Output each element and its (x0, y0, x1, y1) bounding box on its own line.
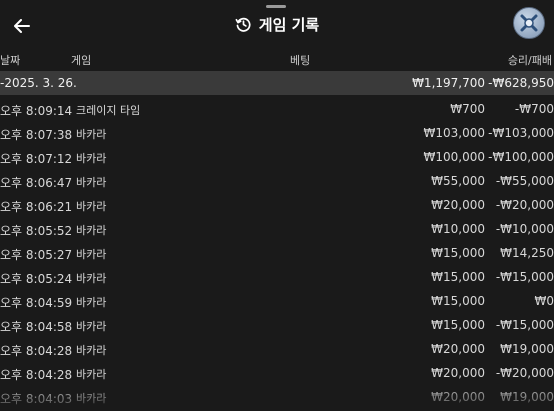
history-icon (235, 16, 253, 34)
row-bet: ₩100,000 (423, 150, 486, 164)
row-result: ₩19,000 (500, 342, 554, 356)
row-bet: ₩700 (450, 102, 485, 116)
row-bet: ₩15,000 (431, 318, 485, 332)
table-row[interactable]: 오후 8:04:28 바카라 ₩20,000 ₩19,000 (0, 337, 554, 361)
row-result: ₩19,000 (500, 390, 554, 404)
row-time: 오후 8:04:28 (0, 344, 73, 358)
row-time: 오후 8:04:28 (0, 368, 73, 382)
row-time: 오후 8:05:27 (0, 248, 73, 262)
table-row[interactable]: 오후 8:07:38 바카라 ₩103,000 -₩103,000 (0, 121, 554, 145)
row-time: 오후 8:04:59 (0, 296, 73, 310)
header: 게임 기록 (0, 7, 554, 42)
row-game: 바카라 (76, 176, 107, 189)
date-group-total-result: -₩628,950 (488, 76, 554, 90)
row-result: -₩15,000 (495, 318, 554, 332)
row-bet: ₩55,000 (431, 174, 485, 188)
row-game: 바카라 (76, 272, 107, 285)
table-row[interactable]: 오후 8:05:24 바카라 ₩15,000 -₩15,000 (0, 265, 554, 289)
column-header-row: 날짜 게임 베팅 승리/패배 (0, 50, 554, 70)
row-result: -₩20,000 (495, 198, 554, 212)
row-time: 오후 8:04:03 (0, 392, 73, 406)
date-group-label: -2025. 3. 26. (0, 76, 77, 90)
row-time: 오후 8:06:47 (0, 176, 73, 190)
row-bet: ₩20,000 (431, 366, 485, 380)
row-result: -₩20,000 (495, 366, 554, 380)
row-time: 오후 8:06:21 (0, 200, 73, 214)
row-game: 바카라 (76, 344, 107, 357)
page-title: 게임 기록 (258, 16, 320, 34)
row-result: -₩15,000 (495, 270, 554, 284)
date-group-row[interactable]: -2025. 3. 26. ₩1,197,700 -₩628,950 (0, 71, 554, 95)
row-game: 바카라 (76, 320, 107, 333)
table-row[interactable]: 오후 8:04:59 바카라 ₩15,000 ₩0 (0, 289, 554, 313)
row-game: 바카라 (76, 368, 107, 381)
row-game: 바카라 (76, 128, 107, 141)
row-game: 바카라 (76, 248, 107, 261)
row-game: 바카라 (76, 296, 107, 309)
row-time: 오후 8:09:14 (0, 104, 73, 118)
row-result: -₩100,000 (488, 150, 554, 164)
date-group-total-bet: ₩1,197,700 (412, 76, 485, 90)
row-bet: ₩15,000 (431, 294, 485, 308)
avatar-icon[interactable] (513, 7, 545, 39)
table-row[interactable]: 오후 8:09:14 크레이지 타임 ₩700 -₩700 (0, 97, 554, 121)
table-row[interactable]: 오후 8:07:12 바카라 ₩100,000 -₩100,000 (0, 145, 554, 169)
row-result: -₩103,000 (488, 126, 554, 140)
row-time: 오후 8:05:52 (0, 224, 73, 238)
table-row[interactable]: 오후 8:04:03 바카라 ₩20,000 ₩19,000 (0, 385, 554, 409)
row-bet: ₩20,000 (431, 342, 485, 356)
row-game: 바카라 (76, 152, 107, 165)
row-result: -₩700 (514, 102, 554, 116)
column-result: 승리/패배 (507, 54, 552, 67)
row-bet: ₩15,000 (431, 246, 485, 260)
row-result: -₩10,000 (495, 222, 554, 236)
table-row[interactable]: 오후 8:06:47 바카라 ₩55,000 -₩55,000 (0, 169, 554, 193)
row-bet: ₩20,000 (431, 390, 485, 404)
row-game: 바카라 (76, 200, 107, 213)
row-time: 오후 8:07:12 (0, 152, 73, 166)
table-row[interactable]: 오후 8:04:58 바카라 ₩15,000 -₩15,000 (0, 313, 554, 337)
row-result: ₩0 (534, 294, 554, 308)
table-row[interactable]: 오후 8:05:27 바카라 ₩15,000 ₩14,250 (0, 241, 554, 265)
page-title-group: 게임 기록 (0, 14, 554, 35)
column-game: 게임 (71, 54, 92, 67)
row-result: ₩14,250 (500, 246, 554, 260)
row-result: -₩55,000 (495, 174, 554, 188)
column-date: 날짜 (0, 54, 21, 67)
row-bet: ₩15,000 (431, 270, 485, 284)
row-bet: ₩10,000 (431, 222, 485, 236)
row-time: 오후 8:05:24 (0, 272, 73, 286)
row-game: 바카라 (76, 392, 107, 405)
row-time: 오후 8:04:58 (0, 320, 73, 334)
row-bet: ₩103,000 (423, 126, 486, 140)
row-bet: ₩20,000 (431, 198, 485, 212)
row-game: 바카라 (76, 224, 107, 237)
table-row[interactable]: 오후 8:06:21 바카라 ₩20,000 -₩20,000 (0, 193, 554, 217)
column-bet: 베팅 (290, 54, 311, 67)
row-time: 오후 8:07:38 (0, 128, 73, 142)
history-list: 오후 8:09:14 크레이지 타임 ₩700 -₩700 오후 8:07:38 바카라 ₩… (0, 97, 554, 409)
table-row[interactable]: 오후 8:05:52 바카라 ₩10,000 -₩10,000 (0, 217, 554, 241)
row-game: 크레이지 타임 (76, 104, 141, 117)
table-row[interactable]: 오후 8:04:28 바카라 ₩20,000 -₩20,000 (0, 361, 554, 385)
